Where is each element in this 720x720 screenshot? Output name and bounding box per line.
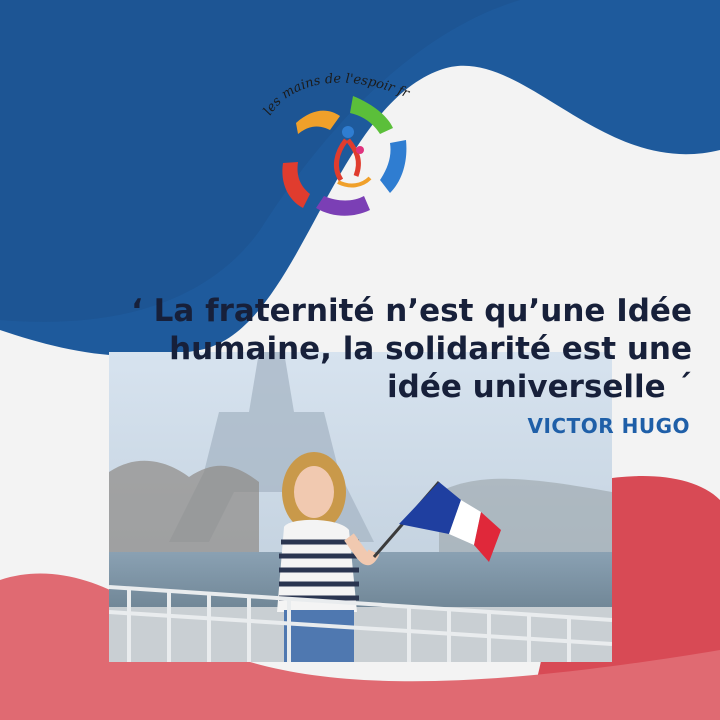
quote-line-3: idée universelle ´	[387, 369, 692, 405]
quote-line-1: ‘ La fraternité n’est qu’une Idée	[131, 293, 692, 329]
quote-line-2: humaine, la solidarité est une	[169, 331, 692, 367]
quote-author: VICTOR HUGO	[527, 414, 690, 438]
logo-text: les mains de l'espoir français	[258, 68, 412, 118]
hands-circle-logo: les mains de l'espoir français	[258, 68, 412, 216]
quote-text: ‘ La fraternité n’est qu’une Idée humain…	[12, 292, 692, 406]
post-canvas: les mains de l'espoir français ‘ La frat…	[0, 0, 720, 720]
